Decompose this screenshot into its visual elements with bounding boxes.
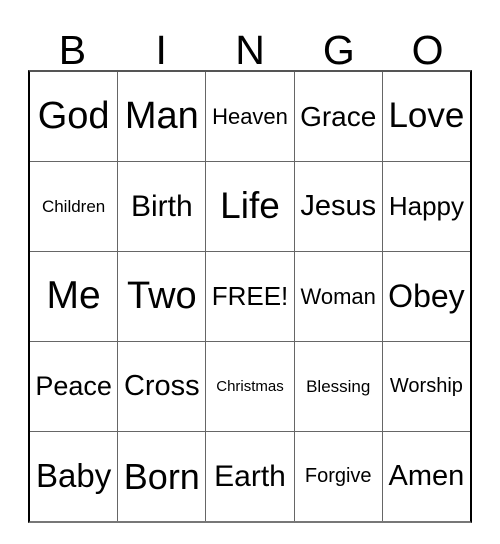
bingo-cell-label: Forgive (304, 465, 372, 487)
bingo-row: Me Two FREE! Woman Obey (30, 251, 471, 341)
bingo-cell-label: Children (41, 196, 106, 216)
bingo-grid: God Man Heaven Grace Love Children Birth (28, 70, 472, 523)
bingo-cell-label: Jesus (300, 190, 377, 223)
bingo-cell[interactable]: Woman (293, 252, 382, 341)
bingo-cell[interactable]: Amen (381, 432, 471, 521)
bingo-cell[interactable]: Baby (30, 432, 118, 521)
bingo-cell-label: Life (220, 185, 280, 227)
bingo-header: B I N G O (28, 18, 472, 74)
bingo-header-letter: N (235, 27, 265, 74)
bingo-row: Peace Cross Christmas Blessing Worship (30, 341, 471, 431)
bingo-header-letter: I (155, 27, 167, 74)
bingo-cell[interactable]: Life (205, 162, 294, 251)
bingo-cell[interactable]: Jesus (293, 162, 382, 251)
bingo-row: Baby Born Earth Forgive Amen (30, 431, 471, 521)
bingo-cell[interactable]: Me (30, 252, 118, 341)
bingo-cell-label: Me (46, 274, 101, 318)
bingo-free-label: FREE! (211, 280, 289, 311)
bingo-cell-label: Earth (214, 459, 286, 493)
bingo-header-letter: G (322, 27, 355, 74)
bingo-cell[interactable]: Heaven (205, 72, 294, 161)
bingo-cell[interactable]: Obey (381, 252, 471, 341)
bingo-cell-label: Worship (389, 375, 463, 397)
bingo-header-letter: O (411, 27, 444, 74)
bingo-cell[interactable]: Forgive (293, 432, 382, 521)
bingo-cell[interactable]: Worship (381, 342, 471, 431)
bingo-cell-label: Peace (35, 371, 112, 402)
bingo-cell[interactable]: Two (117, 252, 206, 341)
bingo-header-cell-1: I (117, 18, 206, 74)
bingo-cell-label: God (37, 94, 110, 137)
bingo-cell[interactable]: Grace (293, 72, 382, 161)
bingo-cell-label: Two (126, 274, 197, 317)
bingo-cell-label: Born (123, 455, 200, 497)
bingo-cell-label: Baby (35, 457, 112, 495)
bingo-header-cell-4: O (383, 18, 472, 74)
bingo-cell-label: Happy (388, 190, 464, 221)
bingo-cell-label: Grace (300, 100, 377, 132)
bingo-cell-label: Christmas (216, 377, 284, 395)
bingo-header-cell-3: G (294, 18, 383, 74)
bingo-cell-label: Woman (300, 283, 376, 309)
bingo-row: God Man Heaven Grace Love (30, 72, 471, 161)
bingo-cell[interactable]: Man (117, 72, 206, 161)
bingo-cell-label: Blessing (306, 376, 371, 396)
bingo-cell-label: Birth (130, 189, 193, 223)
bingo-cell-label: Love (388, 96, 465, 136)
bingo-cell[interactable]: Love (381, 72, 471, 161)
bingo-cell[interactable]: Born (117, 432, 206, 521)
bingo-cell[interactable]: Children (30, 162, 118, 251)
bingo-cell-label: Amen (388, 460, 465, 493)
bingo-cell-free[interactable]: FREE! (205, 252, 294, 341)
bingo-cell-label: Heaven (212, 103, 288, 129)
bingo-cell[interactable]: Birth (117, 162, 206, 251)
bingo-cell[interactable]: Blessing (293, 342, 382, 431)
bingo-cell[interactable]: God (30, 72, 118, 161)
bingo-cell[interactable]: Happy (381, 162, 471, 251)
bingo-cell[interactable]: Peace (30, 342, 118, 431)
bingo-card: B I N G O God Man Heaven Grace Love Chil… (28, 18, 472, 523)
bingo-cell[interactable]: Christmas (205, 342, 294, 431)
bingo-header-letter: B (58, 27, 87, 74)
bingo-cell-label: Obey (388, 277, 465, 314)
bingo-cell[interactable]: Earth (205, 432, 294, 521)
bingo-cell-label: Man (124, 94, 199, 137)
bingo-row: Children Birth Life Jesus Happy (30, 161, 471, 251)
bingo-cell-label: Cross (123, 370, 200, 403)
bingo-cell[interactable]: Cross (117, 342, 206, 431)
bingo-header-cell-2: N (206, 18, 295, 74)
bingo-header-cell-0: B (28, 18, 117, 74)
